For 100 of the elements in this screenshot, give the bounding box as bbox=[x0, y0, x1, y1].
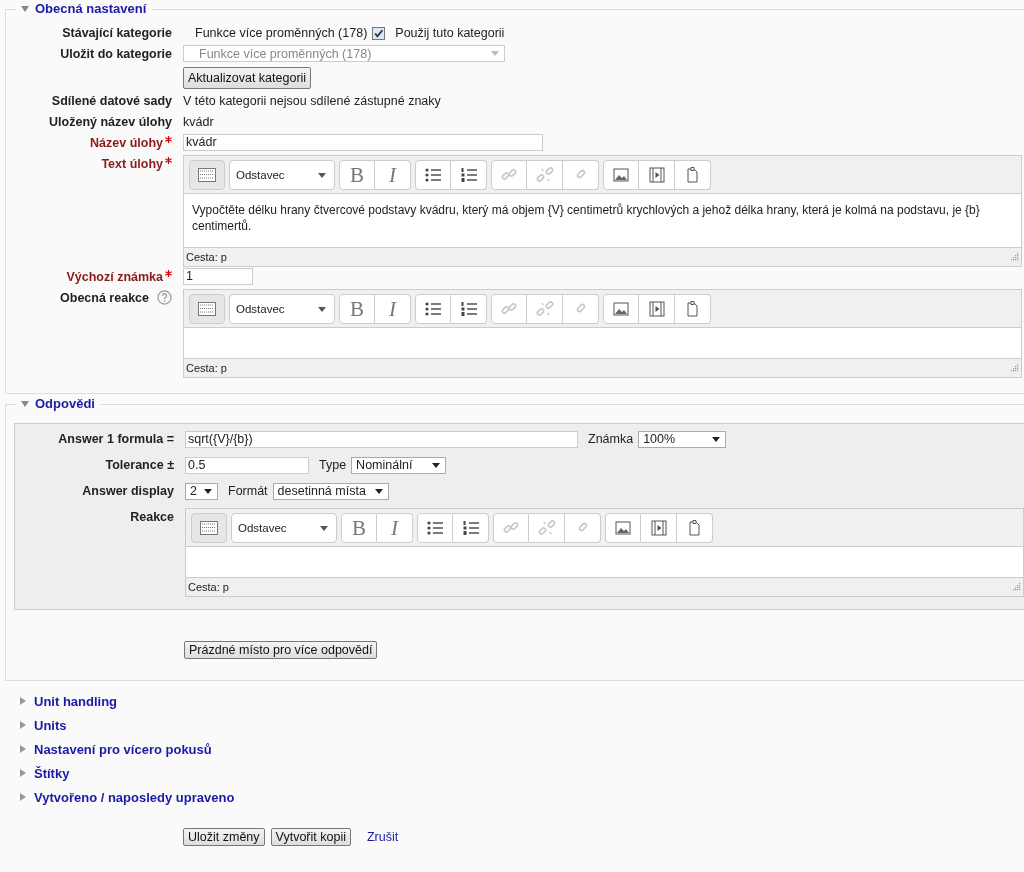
triangle-icon bbox=[20, 3, 30, 14]
caret-icon bbox=[318, 172, 326, 178]
editor-content[interactable]: Vypočtěte délku hrany čtvercové podstavy kvádru, který má objem {V} centimetrů krychlových a jehož délka hrany, která je kolmá na podstavu, je {b} centimertů. bbox=[184, 194, 1021, 247]
section-header[interactable]: Units bbox=[18, 713, 1024, 737]
field-label: Tolerance ± bbox=[105, 457, 174, 474]
media-button[interactable] bbox=[639, 160, 675, 190]
triangle-icon bbox=[20, 398, 30, 409]
caret-icon bbox=[204, 488, 212, 494]
section-header[interactable]: Unit handling bbox=[18, 689, 1024, 713]
grade-input[interactable]: 1 bbox=[183, 268, 253, 285]
section-header[interactable]: Odpovědi bbox=[16, 396, 101, 411]
film-icon bbox=[647, 300, 666, 318]
triangle-icon bbox=[18, 792, 28, 802]
caret-icon bbox=[491, 51, 499, 56]
add-answers-button[interactable]: Prázdné místo pro více odpovědí bbox=[184, 641, 378, 659]
field-value: kvádr bbox=[183, 114, 214, 131]
field-label: Uložit do kategorie bbox=[60, 46, 172, 63]
numbers-button[interactable] bbox=[453, 513, 489, 543]
checkbox[interactable] bbox=[372, 26, 386, 40]
field-label: Stávající kategorie bbox=[62, 25, 172, 42]
media-button[interactable] bbox=[639, 294, 675, 324]
form-button[interactable]: Uložit změny bbox=[183, 828, 265, 846]
paragraph-format-select[interactable]: Odstavec bbox=[229, 294, 335, 324]
caret-icon bbox=[374, 488, 383, 494]
resize-handle-icon[interactable] bbox=[1009, 252, 1019, 262]
image-button[interactable] bbox=[603, 294, 639, 324]
triangle-icon bbox=[18, 768, 28, 778]
triangle-icon bbox=[18, 720, 28, 730]
triangle-icon bbox=[18, 696, 28, 706]
image-icon bbox=[612, 300, 630, 318]
bold-button[interactable]: B bbox=[339, 160, 375, 190]
image-button[interactable] bbox=[605, 513, 641, 543]
decimals-select[interactable]: 2 bbox=[185, 482, 218, 500]
italic-button[interactable]: I bbox=[375, 294, 411, 324]
unlink-icon bbox=[535, 300, 554, 318]
section-header[interactable]: Nastavení pro vícero pokusů bbox=[18, 737, 1024, 761]
field-label: Type bbox=[319, 457, 347, 474]
field-label: Text úlohy bbox=[101, 156, 163, 173]
bold-button[interactable]: B bbox=[339, 294, 375, 324]
checkbox-label[interactable]: Použij tuto kategorii bbox=[395, 24, 505, 42]
toolbar-toggle-button[interactable] bbox=[189, 294, 225, 324]
image-icon bbox=[612, 166, 630, 184]
bullets-button[interactable] bbox=[415, 294, 451, 324]
bullet-list-icon bbox=[426, 519, 444, 537]
bullet-list-icon bbox=[424, 300, 442, 318]
editor-path: Cesta: p bbox=[188, 580, 229, 595]
paragraph-format-select[interactable]: Odstavec bbox=[229, 160, 335, 190]
update-category-button[interactable]: Aktualizovat kategorii bbox=[183, 67, 312, 89]
bullets-button[interactable] bbox=[417, 513, 453, 543]
help-icon[interactable] bbox=[157, 290, 172, 305]
section-header[interactable]: Obecná nastavení bbox=[16, 1, 153, 16]
field-label: Reakce bbox=[130, 509, 174, 526]
editor-path: Cesta: p bbox=[186, 361, 227, 376]
field-label: Výchozí známka bbox=[66, 269, 163, 286]
numbers-button[interactable] bbox=[451, 160, 487, 190]
resize-handle-icon[interactable] bbox=[1009, 363, 1019, 373]
section-header[interactable]: Vytvořeno / naposledy upraveno bbox=[18, 785, 1024, 809]
caret-icon bbox=[432, 462, 441, 468]
image-button[interactable] bbox=[603, 160, 639, 190]
tolerance-input[interactable]: 0.5 bbox=[185, 456, 309, 474]
numbers-button[interactable] bbox=[451, 294, 487, 324]
triangle-icon bbox=[18, 744, 28, 754]
toolbar-grid-icon bbox=[198, 166, 216, 184]
field-label: Answer display bbox=[82, 483, 174, 500]
caret-icon bbox=[318, 306, 326, 312]
italic-button[interactable]: I bbox=[375, 160, 411, 190]
caret-icon bbox=[712, 436, 721, 442]
paste-button[interactable] bbox=[677, 513, 713, 543]
paragraph-format-select[interactable]: Odstavec bbox=[231, 513, 337, 543]
toolbar-grid-icon bbox=[198, 300, 216, 318]
formula-input[interactable]: sqrt({V}/{b}) bbox=[185, 430, 578, 448]
field-value: V této kategorii nejsou sdílené zástupné znaky bbox=[183, 93, 441, 110]
format-select[interactable]: desetinná místa bbox=[272, 482, 389, 500]
grade-select[interactable]: 100% bbox=[638, 430, 727, 448]
bold-button[interactable]: B bbox=[341, 513, 377, 543]
field-label: Uložený název úlohy bbox=[49, 114, 172, 131]
paste-button[interactable] bbox=[675, 294, 711, 324]
section-header[interactable]: Štítky bbox=[18, 761, 1024, 785]
field-label: Sdílené datové sady bbox=[51, 93, 172, 110]
field-label: Název úlohy bbox=[90, 135, 163, 152]
type-select[interactable]: Nominální bbox=[351, 456, 447, 474]
category-name: Funkce více proměnných (178) bbox=[195, 25, 368, 42]
bullets-button[interactable] bbox=[415, 160, 451, 190]
resize-handle-icon[interactable] bbox=[1011, 582, 1021, 592]
media-button[interactable] bbox=[641, 513, 677, 543]
editor-path: Cesta: p bbox=[186, 250, 227, 265]
field-label: Obecná reakce bbox=[60, 290, 149, 307]
toolbar-toggle-button[interactable] bbox=[191, 513, 227, 543]
film-icon bbox=[647, 166, 666, 184]
name-input[interactable]: kvádr bbox=[183, 134, 543, 151]
image-icon bbox=[614, 519, 632, 537]
numbered-list-icon bbox=[461, 519, 480, 537]
form-button[interactable]: Vytvořit kopii bbox=[270, 828, 351, 846]
paste-button[interactable] bbox=[675, 160, 711, 190]
field-label: Answer 1 formula = bbox=[58, 431, 174, 448]
toolbar-grid-icon bbox=[200, 519, 218, 537]
italic-button[interactable]: I bbox=[377, 513, 413, 543]
cancel-link[interactable]: Zrušit bbox=[366, 830, 399, 844]
toolbar-toggle-button[interactable] bbox=[189, 160, 225, 190]
film-icon bbox=[649, 519, 668, 537]
